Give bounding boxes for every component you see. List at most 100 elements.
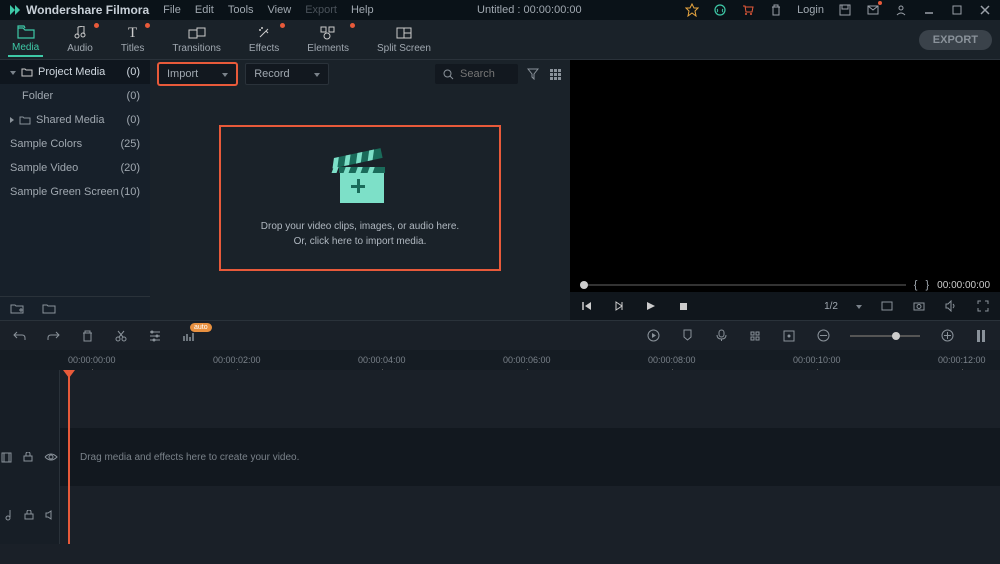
lock-icon[interactable] xyxy=(22,452,34,462)
main-toolbar: Media Audio T Titles Transitions Effects… xyxy=(0,20,1000,60)
fullscreen-icon[interactable] xyxy=(976,299,990,313)
folder-icon xyxy=(21,67,33,77)
preview-scrubber[interactable] xyxy=(580,284,906,286)
music-icon xyxy=(3,509,13,521)
tab-split-screen-label: Split Screen xyxy=(377,43,431,54)
cart-icon[interactable] xyxy=(741,3,755,17)
titles-icon: T xyxy=(128,25,137,41)
new-folder-icon[interactable] xyxy=(10,302,24,316)
split-button[interactable] xyxy=(114,329,128,343)
dropzone-text1: Drop your video clips, images, or audio … xyxy=(261,219,459,234)
tab-split-screen[interactable]: Split Screen xyxy=(373,23,435,56)
track-header-empty xyxy=(0,370,59,428)
timeline-toolbar: auto xyxy=(0,320,1000,350)
tab-audio-label: Audio xyxy=(67,43,93,54)
marker-button[interactable]: auto xyxy=(182,329,196,343)
chevron-down-icon xyxy=(314,68,320,80)
menu-file[interactable]: File xyxy=(163,4,181,16)
tab-media[interactable]: Media xyxy=(8,22,43,57)
sidebar-item-label: Folder xyxy=(22,90,53,102)
tab-audio[interactable]: Audio xyxy=(63,23,97,56)
minimize-icon[interactable] xyxy=(922,3,936,17)
zoom-slider[interactable] xyxy=(850,335,920,337)
menu-edit[interactable]: Edit xyxy=(195,4,214,16)
zoom-ratio[interactable]: 1/2 xyxy=(824,301,838,312)
record-vo-icon[interactable] xyxy=(714,329,728,343)
sidebar-item-label: Sample Green Screen xyxy=(10,186,119,198)
import-dropdown[interactable]: Import xyxy=(158,63,237,85)
timeline-ruler[interactable]: 00:00:00:00 00:00:02:00 00:00:04:00 00:0… xyxy=(0,350,1000,370)
tab-titles[interactable]: T Titles xyxy=(117,23,149,56)
filter-icon[interactable] xyxy=(526,67,540,81)
menu-view[interactable]: View xyxy=(268,4,292,16)
track-row-audio[interactable] xyxy=(60,486,1000,544)
menu-help[interactable]: Help xyxy=(351,4,374,16)
track-row-video[interactable]: Drag media and effects here to create yo… xyxy=(60,428,1000,486)
premium-icon[interactable] xyxy=(685,3,699,17)
new-dot-icon xyxy=(94,23,99,28)
lock-icon[interactable] xyxy=(23,510,35,520)
sidebar-item-sample-video[interactable]: Sample Video (20) xyxy=(0,156,150,180)
quality-icon[interactable] xyxy=(880,299,894,313)
grid-view-icon[interactable] xyxy=(548,67,562,81)
zoom-fit-button[interactable] xyxy=(974,329,988,343)
volume-icon[interactable] xyxy=(944,299,958,313)
ruler-tick: 00:00:12:00 xyxy=(938,355,986,365)
tab-transitions[interactable]: Transitions xyxy=(168,23,225,56)
zoom-in-button[interactable] xyxy=(940,329,954,343)
zoom-out-button[interactable] xyxy=(816,329,830,343)
play-button[interactable] xyxy=(644,299,658,313)
save-icon[interactable] xyxy=(838,3,852,17)
export-button[interactable]: EXPORT xyxy=(919,30,992,50)
ruler-tick: 00:00:06:00 xyxy=(503,355,551,365)
mute-icon[interactable] xyxy=(45,510,57,520)
sidebar-item-folder[interactable]: Folder (0) xyxy=(0,84,150,108)
sidebar-item-project-media[interactable]: Project Media (0) xyxy=(0,60,150,84)
mark-out-icon[interactable]: } xyxy=(925,279,929,291)
sidebar-item-sample-colors[interactable]: Sample Colors (25) xyxy=(0,132,150,156)
import-dropzone[interactable]: Drop your video clips, images, or audio … xyxy=(219,125,501,271)
support-icon[interactable] xyxy=(713,3,727,17)
keyframe-icon[interactable] xyxy=(782,329,796,343)
login-button[interactable]: Login xyxy=(797,4,824,16)
search-input[interactable] xyxy=(435,64,518,84)
track-header-video[interactable] xyxy=(0,428,59,486)
track-row[interactable] xyxy=(60,370,1000,428)
edit-tools-icon[interactable] xyxy=(148,329,162,343)
tab-effects[interactable]: Effects xyxy=(245,23,283,56)
playhead[interactable] xyxy=(68,370,70,544)
mixer-icon[interactable] xyxy=(748,329,762,343)
snapshot-icon[interactable] xyxy=(912,299,926,313)
record-dropdown[interactable]: Record xyxy=(245,63,328,85)
eye-icon[interactable] xyxy=(44,452,58,462)
sidebar-item-sample-green[interactable]: Sample Green Screen (10) xyxy=(0,180,150,204)
redo-button[interactable] xyxy=(46,329,60,343)
audio-icon xyxy=(73,25,87,41)
track-header-audio[interactable] xyxy=(0,486,59,544)
chevron-down-icon[interactable] xyxy=(856,300,862,312)
undo-button[interactable] xyxy=(12,329,26,343)
marker-icon[interactable] xyxy=(680,329,694,343)
stop-button[interactable] xyxy=(676,299,690,313)
delete-button[interactable] xyxy=(80,329,94,343)
timeline-hint: Drag media and effects here to create yo… xyxy=(80,452,299,463)
tab-media-label: Media xyxy=(12,42,39,53)
maximize-icon[interactable] xyxy=(950,3,964,17)
sidebar-item-shared-media[interactable]: Shared Media (0) xyxy=(0,108,150,132)
render-icon[interactable] xyxy=(646,329,660,343)
prev-frame-button[interactable] xyxy=(580,299,594,313)
close-icon[interactable] xyxy=(978,3,992,17)
mark-in-icon[interactable]: { xyxy=(914,279,918,291)
tab-elements[interactable]: Elements xyxy=(303,23,353,56)
sidebar-count: (0) xyxy=(127,66,140,78)
menu-tools[interactable]: Tools xyxy=(228,4,254,16)
search-field[interactable] xyxy=(460,68,510,80)
account-icon[interactable] xyxy=(894,3,908,17)
message-icon[interactable] xyxy=(866,3,880,17)
ruler-tick: 00:00:10:00 xyxy=(793,355,841,365)
auto-badge: auto xyxy=(190,323,212,332)
folder2-icon[interactable] xyxy=(42,302,56,316)
tab-effects-label: Effects xyxy=(249,43,279,54)
step-back-button[interactable] xyxy=(612,299,626,313)
trash-icon[interactable] xyxy=(769,3,783,17)
